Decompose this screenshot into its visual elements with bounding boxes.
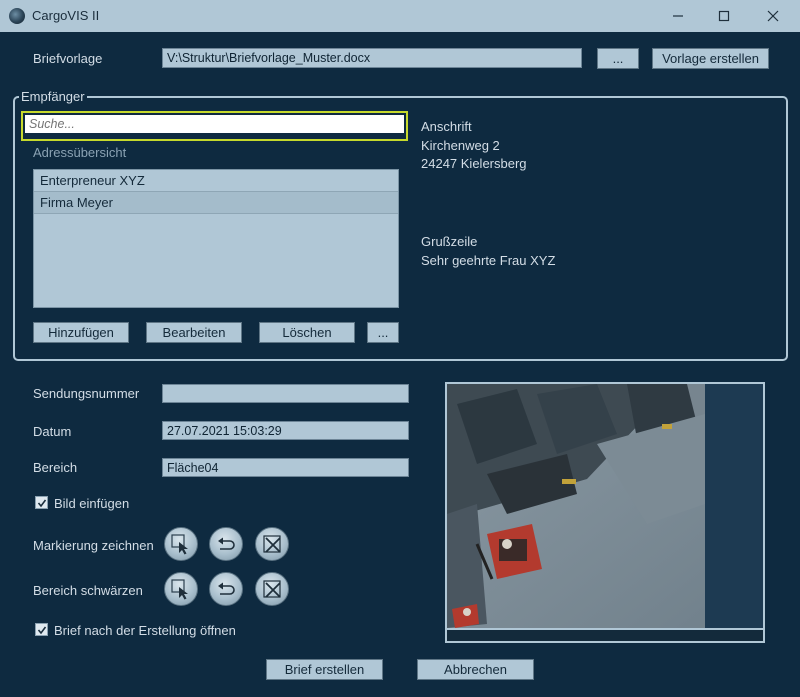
maximize-icon xyxy=(718,10,730,22)
blacken-clear-button[interactable] xyxy=(255,572,289,606)
template-path-field[interactable]: V:\Struktur\Briefvorlage_Muster.docx xyxy=(162,48,582,68)
address-list[interactable]: Enterpreneur XYZ Firma Meyer xyxy=(33,169,399,308)
window-title: CargoVIS II xyxy=(32,8,100,23)
insert-image-checkbox[interactable] xyxy=(35,496,48,509)
add-address-button[interactable]: Hinzufügen xyxy=(33,322,129,343)
camera-preview-frame xyxy=(445,382,765,643)
close-button[interactable] xyxy=(750,0,796,32)
template-label: Briefvorlage xyxy=(33,51,103,66)
edit-address-button[interactable]: Bearbeiten xyxy=(146,322,242,343)
close-icon xyxy=(767,10,779,22)
blacken-undo-button[interactable] xyxy=(209,572,243,606)
recipient-group-label: Empfänger xyxy=(19,89,87,104)
list-item[interactable]: Firma Meyer xyxy=(34,191,398,214)
checkmark-icon xyxy=(37,499,46,507)
open-after-creation-label: Brief nach der Erstellung öffnen xyxy=(54,623,236,638)
address-heading: Anschrift xyxy=(421,119,472,134)
maximize-button[interactable] xyxy=(701,0,747,32)
area-field[interactable]: Fläche04 xyxy=(162,458,409,477)
greeting-heading: Grußzeile xyxy=(421,234,478,249)
list-item[interactable]: Enterpreneur XYZ xyxy=(34,170,398,191)
minimize-icon xyxy=(673,15,683,17)
blacken-select-button[interactable] xyxy=(164,572,198,606)
marking-undo-button[interactable] xyxy=(209,527,243,561)
insert-image-label: Bild einfügen xyxy=(54,496,130,511)
greeting-text: Sehr geehrte Frau XYZ xyxy=(421,253,556,268)
cursor-select-icon xyxy=(171,534,188,555)
delete-address-button[interactable]: Löschen xyxy=(259,322,355,343)
create-letter-button[interactable]: Brief erstellen xyxy=(266,659,383,680)
more-options-button[interactable]: ... xyxy=(367,322,399,343)
draw-marking-label: Markierung zeichnen xyxy=(33,538,154,553)
search-input[interactable] xyxy=(25,115,404,133)
minimize-button[interactable] xyxy=(655,0,701,32)
blacken-area-label: Bereich schwärzen xyxy=(33,583,143,598)
address-street: Kirchenweg 2 xyxy=(421,138,500,153)
shipment-number-field[interactable] xyxy=(162,384,409,403)
preview-status-strip xyxy=(447,630,763,641)
clear-cross-icon xyxy=(263,580,281,598)
undo-arrow-icon xyxy=(218,582,235,595)
date-label: Datum xyxy=(33,424,72,439)
search-highlight xyxy=(21,111,408,141)
app-logo-icon xyxy=(9,8,25,24)
address-overview-label: Adressübersicht xyxy=(33,145,127,160)
cursor-select-icon xyxy=(171,579,188,600)
undo-arrow-icon xyxy=(218,537,235,550)
browse-template-button[interactable]: ... xyxy=(597,48,639,69)
cancel-button[interactable]: Abbrechen xyxy=(417,659,534,680)
area-label: Bereich xyxy=(33,460,78,475)
open-after-creation-checkbox[interactable] xyxy=(35,623,48,636)
marking-clear-button[interactable] xyxy=(255,527,289,561)
camera-image xyxy=(447,384,763,628)
date-field[interactable]: 27.07.2021 15:03:29 xyxy=(162,421,409,440)
address-city: 24247 Kielersberg xyxy=(421,156,527,171)
checkmark-icon xyxy=(37,626,46,634)
shipment-number-label: Sendungsnummer xyxy=(33,386,140,401)
clear-cross-icon xyxy=(263,535,281,553)
marking-select-button[interactable] xyxy=(164,527,198,561)
create-template-button[interactable]: Vorlage erstellen xyxy=(652,48,769,69)
